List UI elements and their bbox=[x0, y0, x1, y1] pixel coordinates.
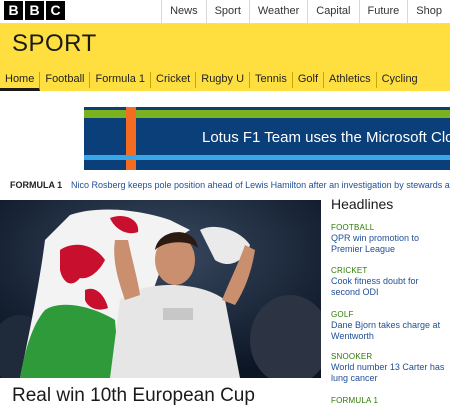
bbc-logo[interactable]: B B C bbox=[4, 1, 65, 20]
top-nav: News Sport Weather Capital Future Shop bbox=[161, 0, 450, 24]
banner-stripe bbox=[84, 155, 450, 160]
top-nav-sport[interactable]: Sport bbox=[205, 0, 249, 24]
headline-item[interactable]: GOLF Dane Bjorn takes charge at Wentwort… bbox=[331, 310, 446, 342]
sport-nav: Home Football Formula 1 Cricket Rugby U … bbox=[0, 69, 423, 91]
top-nav-weather[interactable]: Weather bbox=[248, 0, 307, 24]
top-nav-future[interactable]: Future bbox=[358, 0, 408, 24]
sport-nav-football[interactable]: Football bbox=[40, 72, 91, 88]
bbc-logo-letter: C bbox=[46, 1, 65, 20]
headline-category: SNOOKER bbox=[331, 352, 373, 361]
headline-item[interactable]: FOOTBALL QPR win promotion to Premier Le… bbox=[331, 223, 446, 255]
top-nav-shop[interactable]: Shop bbox=[407, 0, 450, 24]
hero-caption[interactable]: Real win 10th European Cup bbox=[12, 385, 255, 407]
banner-stripe bbox=[126, 107, 136, 170]
sport-nav-cricket[interactable]: Cricket bbox=[151, 72, 197, 88]
bbc-logo-letter: B bbox=[25, 1, 44, 20]
sport-nav-home[interactable]: Home bbox=[0, 72, 41, 91]
news-ticker: FORMULA 1 Nico Rosberg keeps pole positi… bbox=[0, 178, 450, 196]
sport-nav-tennis[interactable]: Tennis bbox=[250, 72, 293, 88]
top-nav-news[interactable]: News bbox=[161, 0, 206, 24]
headline-category: GOLF bbox=[331, 310, 354, 319]
advert-banner[interactable]: Lotus F1 Team uses the Microsoft Clo bbox=[84, 107, 450, 170]
headline-link[interactable]: Cook fitness doubt for second ODI bbox=[331, 276, 446, 298]
ticker-link[interactable]: Nico Rosberg keeps pole position ahead o… bbox=[71, 180, 450, 190]
headline-item[interactable]: FORMULA 1 bbox=[331, 396, 446, 405]
headline-item[interactable]: CRICKET Cook fitness doubt for second OD… bbox=[331, 266, 446, 298]
sport-nav-athletics[interactable]: Athletics bbox=[324, 72, 377, 88]
ticker-label: FORMULA 1 bbox=[10, 180, 63, 190]
sport-nav-formula-1[interactable]: Formula 1 bbox=[90, 72, 152, 88]
top-bar: B B C News Sport Weather Capital Future … bbox=[0, 0, 450, 24]
sport-nav-rugby-union[interactable]: Rugby U bbox=[196, 72, 251, 88]
headline-link[interactable]: Dane Bjorn takes charge at Wentworth bbox=[331, 320, 446, 342]
hero-photo bbox=[0, 200, 321, 378]
headline-category: CRICKET bbox=[331, 266, 368, 275]
headlines-heading: Headlines bbox=[331, 196, 394, 212]
hero-image[interactable] bbox=[0, 200, 321, 378]
bbc-logo-letter: B bbox=[4, 1, 23, 20]
banner-text: Lotus F1 Team uses the Microsoft Clo bbox=[202, 129, 450, 146]
headline-link[interactable]: QPR win promotion to Premier League bbox=[331, 233, 446, 255]
headline-link[interactable]: World number 13 Carter has lung cancer bbox=[331, 362, 446, 384]
sport-nav-cycling[interactable]: Cycling bbox=[377, 72, 423, 88]
headline-item[interactable]: SNOOKER World number 13 Carter has lung … bbox=[331, 352, 446, 384]
headline-category: FORMULA 1 bbox=[331, 396, 379, 405]
page-title[interactable]: SPORT bbox=[12, 30, 97, 58]
banner-stripe bbox=[84, 110, 450, 118]
headline-category: FOOTBALL bbox=[331, 223, 375, 232]
sport-nav-golf[interactable]: Golf bbox=[293, 72, 325, 88]
top-nav-capital[interactable]: Capital bbox=[307, 0, 358, 24]
